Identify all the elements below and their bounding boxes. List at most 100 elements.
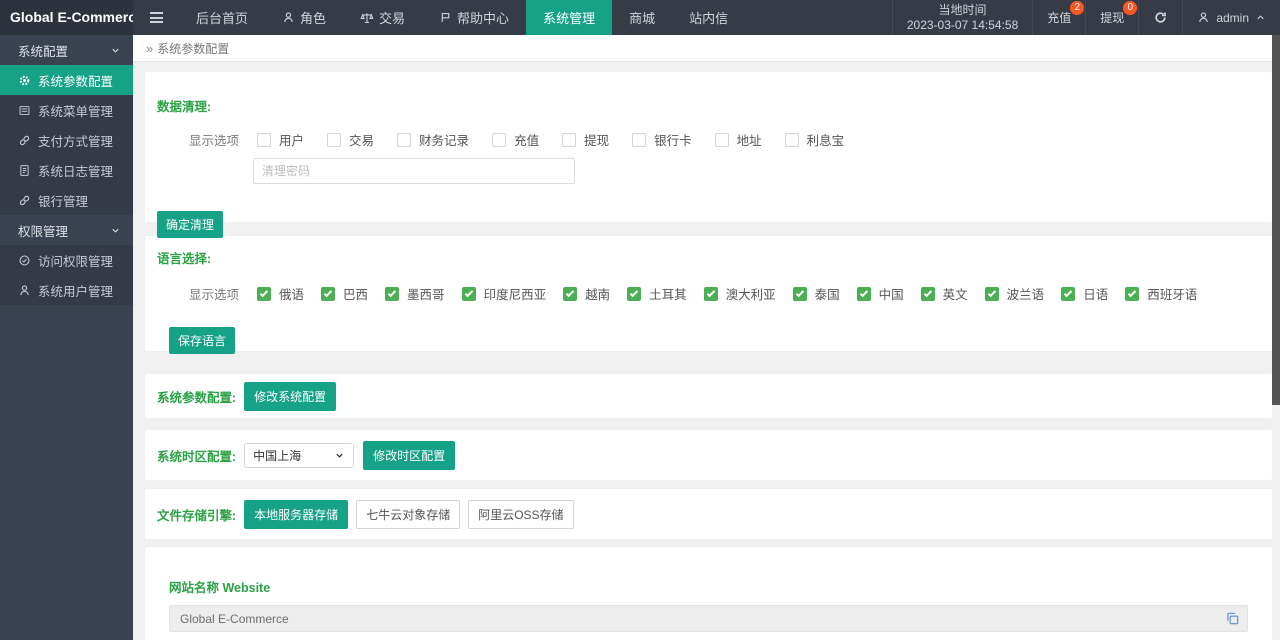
sidebar-item-system-menu-management[interactable]: 系统菜单管理 <box>0 95 133 125</box>
link-icon <box>19 195 30 205</box>
checkbox-lang-thailand[interactable]: 泰国 <box>792 284 840 303</box>
language-options-row: 显示选项 俄语 巴西 墨西哥 印度尼西亚 越南 土耳其 澳大利亚 泰国 中国 英… <box>189 284 1260 303</box>
checkbox-lang-japanese[interactable]: 日语 <box>1061 284 1108 303</box>
sidebar-group-permission-management[interactable]: 权限管理 <box>0 215 133 245</box>
check-icon <box>464 288 473 297</box>
scrollbar-thumb[interactable] <box>1272 35 1280 405</box>
nav-item-mall[interactable]: 商城 <box>612 0 672 35</box>
link-icon <box>19 135 30 145</box>
nav-item-system-management[interactable]: 系统管理 <box>526 0 613 35</box>
timezone-select[interactable]: 中国上海 <box>244 442 355 468</box>
local-time-label: 当地时间 <box>938 2 987 17</box>
save-language-button[interactable]: 保存语言 <box>169 327 236 354</box>
checkbox-box <box>632 132 647 147</box>
person-icon <box>284 12 293 23</box>
check-icon <box>706 288 715 297</box>
recharge-button[interactable]: 充值 2 <box>1032 0 1085 35</box>
timezone-title: 系统时区配置: <box>157 449 237 464</box>
checkbox-lang-vietnam[interactable]: 越南 <box>563 284 610 303</box>
checkbox-box <box>714 132 729 147</box>
nav-item-roles[interactable]: 角色 <box>265 0 343 35</box>
nav-item-trade[interactable]: 交易 <box>343 0 422 35</box>
refresh-button[interactable] <box>1138 0 1182 35</box>
website-name-input-wrap <box>169 605 1248 632</box>
check-icon <box>323 288 333 297</box>
nav-item-dashboard[interactable]: 后台首页 <box>179 0 265 35</box>
withdraw-badge: 0 <box>1123 1 1138 15</box>
sidebar-item-system-param-config[interactable]: 系统参数配置 <box>0 65 133 95</box>
checkbox-checked <box>1061 286 1076 301</box>
chevron-down-icon <box>112 228 119 233</box>
user-menu[interactable]: admin <box>1182 0 1280 35</box>
checkbox-lang-turkey[interactable]: 土耳其 <box>627 284 687 303</box>
sidebar-item-system-user-management[interactable]: 系统用户管理 <box>0 275 133 305</box>
options-label: 显示选项 <box>189 134 240 148</box>
sidebar-item-access-permission-management[interactable]: 访问权限管理 <box>0 245 133 275</box>
nav-item-site-messages[interactable]: 站内信 <box>672 0 745 35</box>
gear-icon <box>19 75 30 85</box>
checkbox-box <box>327 132 342 147</box>
refresh-icon <box>1155 12 1167 23</box>
chevron-down-icon <box>336 453 343 458</box>
modify-timezone-button[interactable]: 修改时区配置 <box>363 440 456 470</box>
checkbox-bank-card[interactable]: 银行卡 <box>632 130 692 149</box>
local-time-value: 2023-03-07 14:54:58 <box>906 17 1019 32</box>
website-name-title: 网站名称 Website <box>169 581 271 595</box>
check-icon <box>1127 288 1137 297</box>
confirm-clean-button[interactable]: 确定清理 <box>157 211 224 238</box>
checkbox-recharge[interactable]: 充值 <box>492 130 539 149</box>
chevron-up-icon <box>1257 15 1264 20</box>
storage-aliyun-oss-button[interactable]: 阿里云OSS存储 <box>468 499 574 529</box>
breadcrumb: 系统参数配置 <box>133 35 1280 62</box>
hamburger-icon <box>149 12 163 23</box>
checkbox-lang-china[interactable]: 中国 <box>856 284 904 303</box>
sidebar-item-system-log-management[interactable]: 系统日志管理 <box>0 155 133 185</box>
check-circle-icon <box>19 255 30 265</box>
clean-password-input[interactable] <box>253 158 575 184</box>
check-icon <box>1063 288 1073 297</box>
chevron-down-icon <box>112 48 119 53</box>
topbar-right: 当地时间 2023-03-07 14:54:58 充值 2 提现 0 admin <box>891 0 1280 35</box>
website-name-input[interactable] <box>169 605 1248 632</box>
checkbox-address[interactable]: 地址 <box>714 130 762 149</box>
menu-panel-icon <box>19 105 30 115</box>
sidebar-item-bank-management[interactable]: 银行管理 <box>0 185 133 215</box>
checkbox-user[interactable]: 用户 <box>257 130 304 149</box>
checkbox-lang-mexico[interactable]: 墨西哥 <box>385 284 445 303</box>
checkbox-trade[interactable]: 交易 <box>327 130 374 149</box>
checkbox-checked <box>920 286 935 301</box>
checkbox-lang-indonesia[interactable]: 印度尼西亚 <box>461 284 546 303</box>
local-time: 当地时间 2023-03-07 14:54:58 <box>891 0 1032 35</box>
topbar: Global E-Commerce... 后台首页 角色 交易 帮助中心 系统管 <box>0 0 1280 35</box>
storage-qiniu-button[interactable]: 七牛云对象存储 <box>356 499 461 529</box>
nav-item-help-center[interactable]: 帮助中心 <box>422 0 526 35</box>
checkbox-checked <box>1125 286 1140 301</box>
modify-system-config-button[interactable]: 修改系统配置 <box>244 381 337 411</box>
sidebar-toggle-button[interactable] <box>133 0 179 35</box>
sidebar-group-system-config[interactable]: 系统配置 <box>0 35 133 65</box>
checkbox-checked <box>385 286 400 301</box>
check-icon <box>565 288 575 297</box>
checkbox-finance-record[interactable]: 财务记录 <box>397 130 469 149</box>
website-name-card: 网站名称 Website 网站名称及网站图标，将显示在浏览器的标签上 <box>145 547 1272 640</box>
checkbox-checked <box>984 286 999 301</box>
checkbox-lang-english[interactable]: 英文 <box>920 284 968 303</box>
checkbox-checked <box>703 286 718 301</box>
checkbox-lang-polish[interactable]: 波兰语 <box>984 284 1044 303</box>
check-icon <box>923 288 932 297</box>
checkbox-lang-russian[interactable]: 俄语 <box>257 284 304 303</box>
checkbox-box <box>397 132 412 147</box>
sidebar-item-payment-method-management[interactable]: 支付方式管理 <box>0 125 133 155</box>
storage-local-button[interactable]: 本地服务器存储 <box>244 499 349 529</box>
main-content: 系统参数配置 数据清理: 显示选项 用户 交易 财务记录 充值 提现 银行卡 地… <box>133 35 1280 640</box>
page-scrollbar[interactable] <box>1272 35 1280 640</box>
checkbox-lang-spanish[interactable]: 西班牙语 <box>1125 284 1197 303</box>
checkbox-interest[interactable]: 利息宝 <box>784 130 844 149</box>
storage-engine-title: 文件存储引擎: <box>157 508 237 523</box>
check-icon <box>629 288 639 297</box>
withdraw-button[interactable]: 提现 0 <box>1085 0 1138 35</box>
copy-icon[interactable] <box>1225 611 1240 626</box>
checkbox-lang-australia[interactable]: 澳大利亚 <box>703 284 776 303</box>
checkbox-withdraw[interactable]: 提现 <box>562 130 609 149</box>
checkbox-lang-brazil[interactable]: 巴西 <box>321 284 368 303</box>
